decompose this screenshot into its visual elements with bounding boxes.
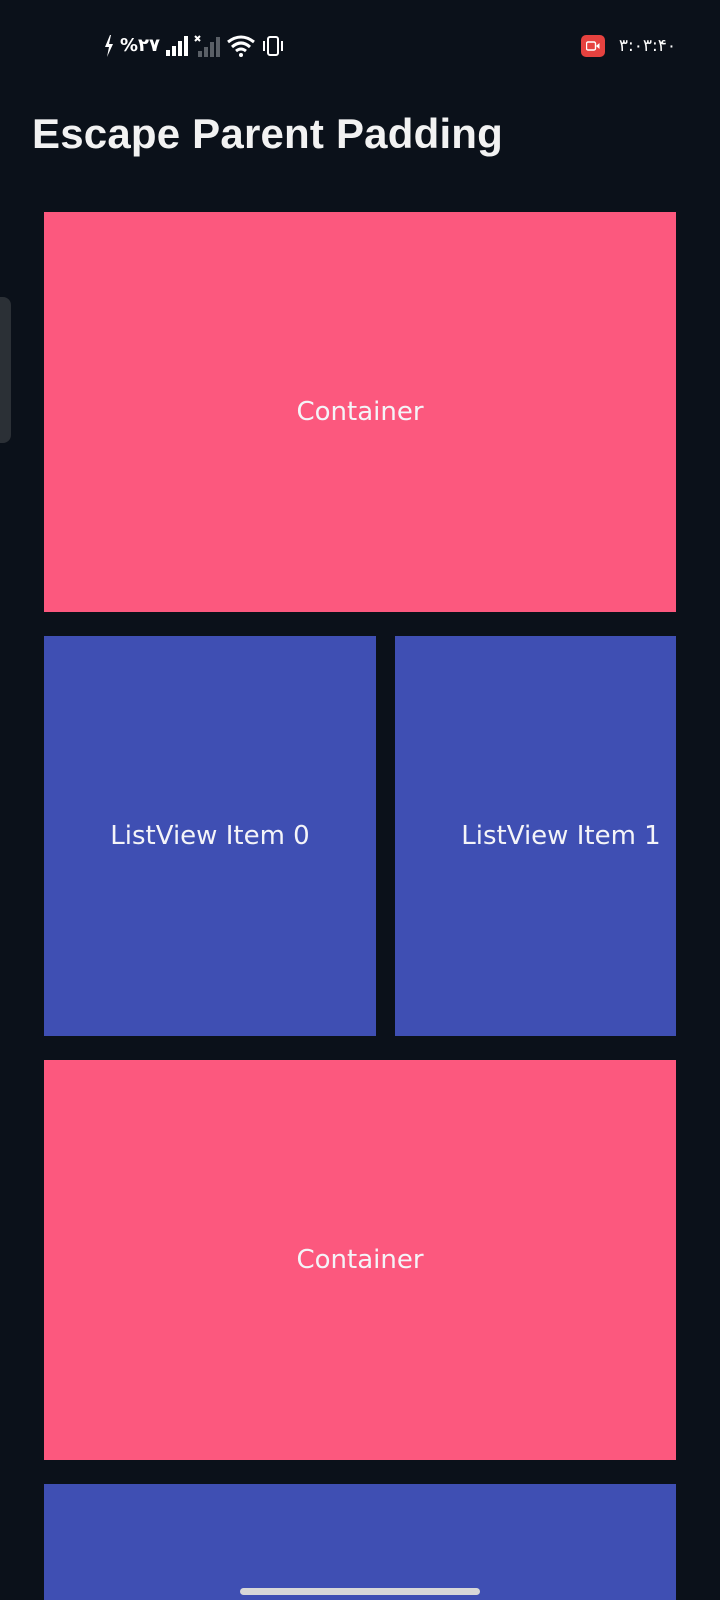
- signal-no-service-icon: [194, 35, 221, 57]
- battery-percent: %۲۷: [120, 35, 161, 56]
- wifi-icon: [226, 35, 256, 57]
- container-block-bottom: Container: [44, 1060, 676, 1460]
- list-item[interactable]: ListView Item 0: [44, 636, 376, 1036]
- home-indicator[interactable]: [240, 1588, 480, 1595]
- container-label: Container: [296, 1245, 424, 1275]
- vibrate-icon: [262, 35, 284, 57]
- status-bar-right: ۳:۰۳:۴۰: [580, 34, 676, 58]
- list-item[interactable]: ListView Item 1: [395, 636, 676, 1036]
- list-item-label: ListView Item 1: [461, 821, 661, 851]
- horizontal-listview[interactable]: ListView Item 0 ListView Item 1: [44, 636, 676, 1036]
- status-bar: %۲۷ ۳:۰۳:۴۰: [0, 0, 720, 90]
- edge-panel-handle[interactable]: [0, 297, 11, 443]
- app-screen: %۲۷ ۳:۰۳:۴۰ Escape Parent Padding Contai…: [0, 0, 720, 1600]
- status-bar-left: %۲۷: [104, 34, 284, 58]
- list-item-partial[interactable]: [44, 1484, 676, 1600]
- screen-record-icon[interactable]: [580, 35, 605, 57]
- signal-icon: [166, 36, 189, 56]
- container-block-top: Container: [44, 212, 676, 612]
- container-label: Container: [296, 397, 424, 427]
- page-title: Escape Parent Padding: [32, 110, 504, 157]
- list-item-label: ListView Item 0: [110, 821, 310, 851]
- status-time: ۳:۰۳:۴۰: [618, 36, 676, 56]
- charging-bolt-icon: [104, 35, 114, 57]
